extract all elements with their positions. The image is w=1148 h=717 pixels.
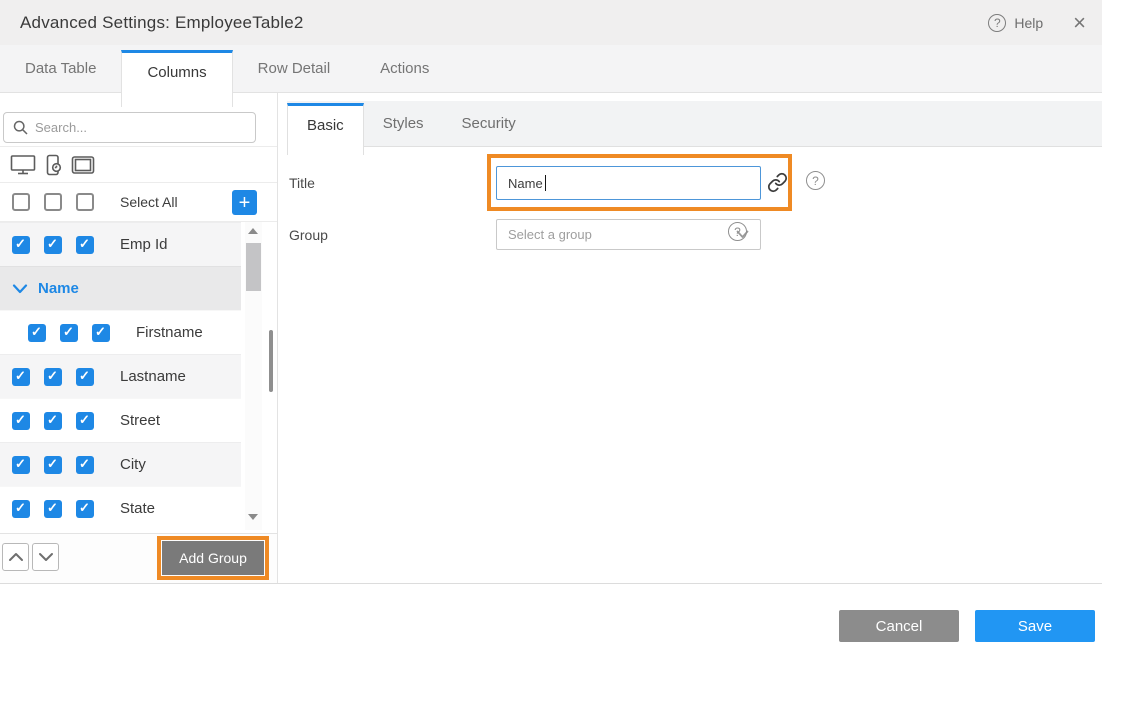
tab-security[interactable]: Security: [443, 101, 535, 147]
tab-actions[interactable]: Actions: [355, 45, 454, 93]
tab-data-table[interactable]: Data Table: [0, 45, 121, 93]
question-glyph: ?: [734, 225, 741, 239]
plus-icon: +: [239, 193, 251, 213]
column-row-street[interactable]: Street: [0, 398, 241, 442]
select-all-checkbox-tablet[interactable]: [76, 193, 94, 211]
checkbox-mobile[interactable]: [44, 500, 62, 518]
checkbox-tablet[interactable]: [76, 456, 94, 474]
mobile-icon: [45, 154, 62, 176]
checkbox-desktop[interactable]: [28, 324, 46, 342]
move-up-button[interactable]: [2, 543, 29, 571]
move-down-button[interactable]: [32, 543, 59, 571]
cancel-button[interactable]: Cancel: [839, 610, 959, 642]
chevron-down-icon[interactable]: [12, 284, 28, 294]
checkbox-desktop[interactable]: [12, 368, 30, 386]
checkbox-mobile[interactable]: [44, 368, 62, 386]
column-list: Emp Id Name Firstname Lastname: [0, 222, 241, 530]
group-field-label: Group: [289, 227, 328, 243]
select-all-checkbox-mobile[interactable]: [44, 193, 62, 211]
tab-columns[interactable]: Columns: [121, 50, 232, 107]
title-input[interactable]: [496, 166, 761, 200]
column-label: Lastname: [120, 368, 186, 385]
title-help-icon[interactable]: ?: [806, 171, 825, 190]
checkbox-mobile[interactable]: [44, 456, 62, 474]
column-label: State: [120, 500, 155, 517]
link-icon[interactable]: [767, 172, 788, 198]
question-glyph: ?: [812, 174, 819, 188]
column-label: City: [120, 456, 146, 473]
column-row-firstname[interactable]: Firstname: [0, 310, 241, 354]
help-icon[interactable]: ?: [988, 14, 1006, 32]
group-help-icon[interactable]: ?: [728, 222, 747, 241]
text-caret: [545, 175, 546, 191]
header-actions: ? Help ×: [988, 0, 1086, 45]
column-row-city[interactable]: City: [0, 442, 241, 486]
device-column-icons: [0, 147, 277, 183]
tab-basic[interactable]: Basic: [287, 103, 364, 155]
add-group-button[interactable]: Add Group: [162, 541, 264, 575]
checkbox-mobile[interactable]: [44, 236, 62, 254]
save-button[interactable]: Save: [975, 610, 1095, 642]
footer-divider: [0, 583, 1102, 584]
select-all-row: Select All +: [0, 183, 277, 222]
page-title: Advanced Settings: EmployeeTable2: [20, 13, 304, 33]
tab-row-detail[interactable]: Row Detail: [233, 45, 356, 93]
list-scrollbar[interactable]: [245, 222, 262, 530]
column-label: Firstname: [136, 324, 203, 341]
help-icon-glyph: ?: [994, 16, 1001, 30]
checkbox-desktop[interactable]: [12, 412, 30, 430]
main-tab-bar: Data Table Columns Row Detail Actions: [0, 45, 1102, 93]
column-label: Emp Id: [120, 236, 168, 253]
checkbox-mobile[interactable]: [60, 324, 78, 342]
dialog-header: Advanced Settings: EmployeeTable2 ? Help…: [0, 0, 1102, 45]
panel-scrollbar-thumb[interactable]: [269, 330, 273, 392]
checkbox-tablet[interactable]: [92, 324, 110, 342]
checkbox-desktop[interactable]: [12, 456, 30, 474]
checkbox-mobile[interactable]: [44, 412, 62, 430]
add-column-button[interactable]: +: [232, 190, 257, 215]
scroll-down-icon[interactable]: [248, 514, 258, 520]
column-row-emp-id[interactable]: Emp Id: [0, 222, 241, 266]
search-box[interactable]: [3, 112, 256, 143]
column-row-state[interactable]: State: [0, 486, 241, 530]
search-icon: [13, 120, 28, 135]
checkbox-tablet[interactable]: [76, 368, 94, 386]
close-icon[interactable]: ×: [1073, 12, 1086, 34]
checkbox-desktop[interactable]: [12, 236, 30, 254]
group-label: Name: [38, 280, 79, 297]
desktop-icon: [10, 154, 36, 176]
tab-styles[interactable]: Styles: [364, 101, 443, 147]
help-link[interactable]: Help: [1014, 15, 1043, 31]
checkbox-tablet[interactable]: [76, 500, 94, 518]
search-input[interactable]: [35, 120, 246, 135]
group-select-placeholder: Select a group: [508, 227, 592, 242]
title-field-label: Title: [289, 175, 315, 191]
group-select[interactable]: Select a group: [496, 219, 761, 250]
scrollbar-thumb[interactable]: [246, 243, 261, 291]
checkbox-tablet[interactable]: [76, 412, 94, 430]
scroll-up-icon[interactable]: [248, 228, 258, 234]
chevron-down-icon: [38, 551, 54, 563]
detail-tab-bar: Basic Styles Security: [287, 101, 1102, 147]
tablet-icon: [71, 155, 95, 175]
column-label: Street: [120, 412, 160, 429]
columns-sidebar: Select All + Emp Id Name Firstname: [0, 93, 278, 583]
group-row-name[interactable]: Name: [0, 266, 241, 310]
advanced-settings-dialog: Advanced Settings: EmployeeTable2 ? Help…: [0, 0, 1148, 717]
select-all-label: Select All: [120, 194, 178, 210]
column-row-lastname[interactable]: Lastname: [0, 354, 241, 398]
select-all-checkbox-desktop[interactable]: [12, 193, 30, 211]
checkbox-desktop[interactable]: [12, 500, 30, 518]
checkbox-tablet[interactable]: [76, 236, 94, 254]
chevron-up-icon: [8, 551, 24, 563]
